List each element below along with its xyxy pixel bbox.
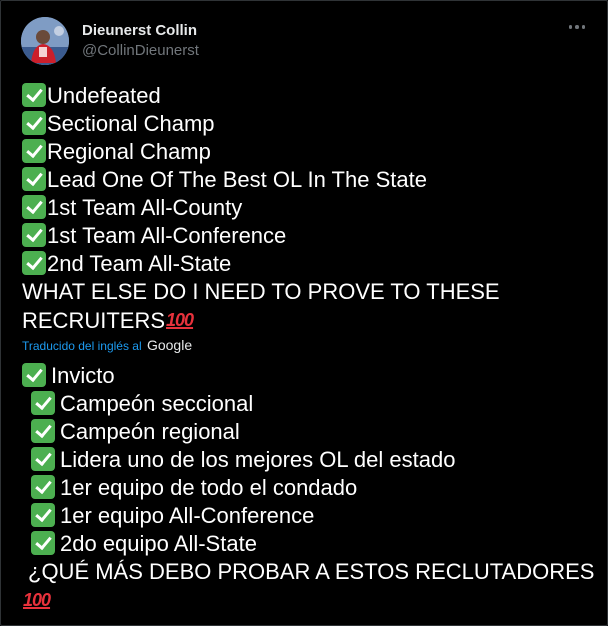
list-item: 2nd Team All-State (22, 250, 592, 278)
check-mark-icon (22, 111, 46, 135)
list-item: 1er equipo de todo el condado (22, 474, 592, 502)
check-mark-icon (22, 251, 46, 275)
translation-credit-label: Traducido del inglés al (22, 339, 142, 353)
author-handle[interactable]: @CollinDieunerst (82, 41, 199, 61)
check-mark-icon (22, 195, 46, 219)
hundred-points-icon: 100 (166, 310, 194, 330)
list-item: Sectional Champ (22, 110, 592, 138)
check-mark-icon (22, 167, 46, 191)
check-mark-icon (22, 83, 46, 107)
check-mark-icon (31, 447, 55, 471)
check-mark-icon (31, 531, 55, 555)
avatar[interactable] (21, 17, 69, 65)
check-mark-icon (22, 139, 46, 163)
translated-text: Invicto Campeón seccional Campeón region… (22, 362, 595, 614)
translation-credit[interactable]: Traducido del inglés al Google (22, 337, 192, 354)
tweet-header: Dieunerst Collin @CollinDieunerst (21, 17, 591, 67)
list-item: Lidera uno de los mejores OL del estado (22, 446, 592, 474)
list-item: Campeón seccional (22, 390, 592, 418)
closing-line: ¿QUÉ MÁS DEBO PROBAR A ESTOS RECLUTADORE… (28, 559, 595, 584)
list-item: 1st Team All-County (22, 194, 592, 222)
list-item: 1st Team All-Conference (22, 222, 592, 250)
tweet-text: Undefeated Sectional Champ Regional Cham… (22, 82, 592, 334)
list-item: Invicto (22, 362, 592, 390)
check-mark-icon (31, 503, 55, 527)
list-item: Regional Champ (22, 138, 592, 166)
list-item: Campeón regional (22, 418, 592, 446)
list-item: 1er equipo All-Conference (22, 502, 592, 530)
closing-line: WHAT ELSE DO I NEED TO PROVE TO THESE (22, 279, 500, 304)
more-options-icon[interactable] (565, 19, 589, 35)
check-mark-icon (31, 391, 55, 415)
check-mark-icon (31, 475, 55, 499)
author-display-name[interactable]: Dieunerst Collin (82, 22, 199, 40)
check-mark-icon (22, 223, 46, 247)
google-logo: Google (146, 337, 193, 353)
tweet-card: Dieunerst Collin @CollinDieunerst Undefe… (0, 0, 608, 626)
closing-line: RECRUITERS100 (22, 308, 194, 333)
closing-line: 100 (22, 586, 592, 614)
hundred-points-icon: 100 (23, 590, 51, 610)
list-item: Lead One Of The Best OL In The State (22, 166, 592, 194)
check-mark-icon (31, 419, 55, 443)
list-item: Undefeated (22, 82, 592, 110)
list-item: 2do equipo All-State (22, 530, 592, 558)
check-mark-icon (22, 363, 46, 387)
author-names: Dieunerst Collin @CollinDieunerst (82, 22, 199, 61)
